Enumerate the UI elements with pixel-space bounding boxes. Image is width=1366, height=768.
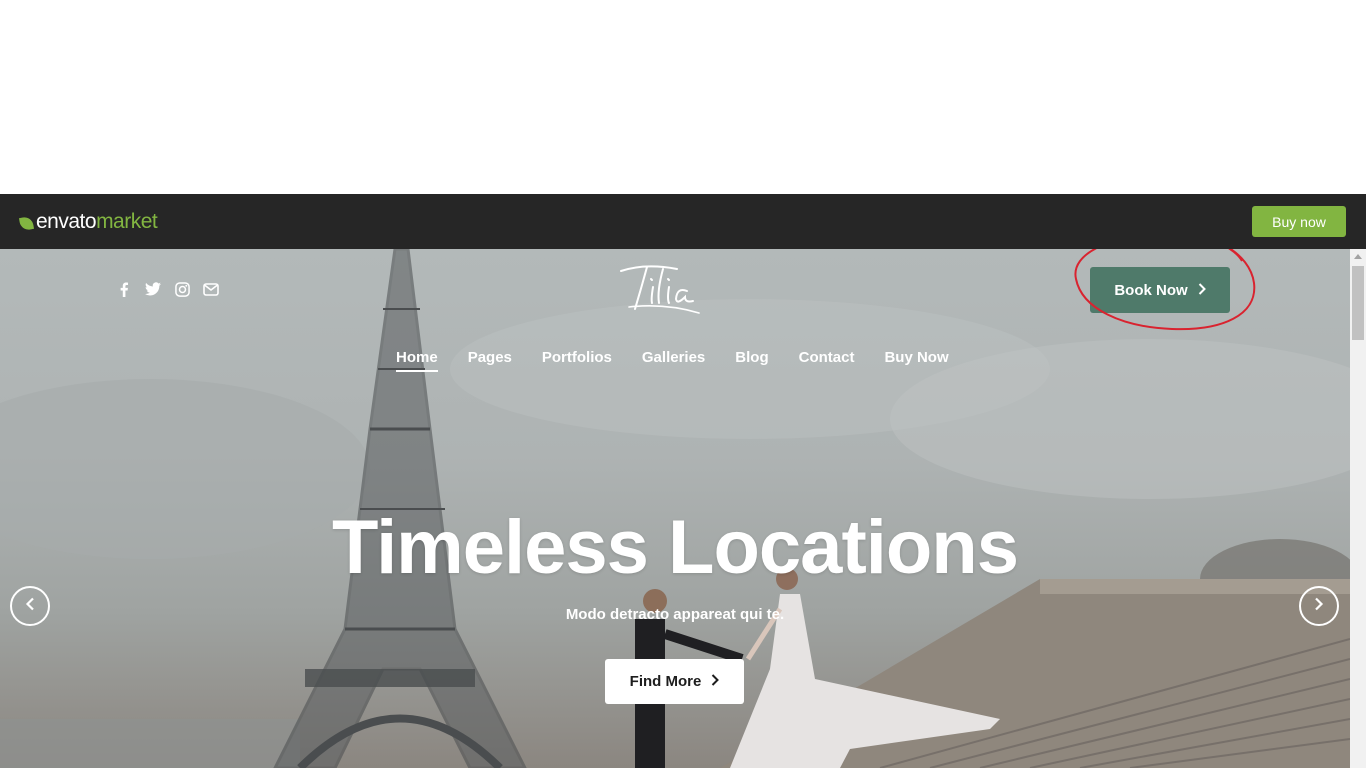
envato-logo-text: envato [36, 210, 97, 233]
slider-prev-button[interactable] [10, 586, 50, 626]
facebook-icon[interactable] [116, 281, 132, 297]
instagram-icon[interactable] [174, 281, 190, 297]
hero-slider: Book Now Home Pages Portfolios Galleries… [0, 249, 1350, 768]
nav-galleries[interactable]: Galleries [642, 349, 705, 372]
nav-home[interactable]: Home [396, 349, 438, 372]
envato-market-bar: envato market Buy now [0, 194, 1366, 249]
find-more-button[interactable]: Find More [605, 659, 744, 704]
hero-subtitle: Modo detracto appareat qui te. [565, 606, 785, 623]
find-more-label: Find More [629, 673, 702, 690]
nav-buy-now[interactable]: Buy Now [884, 349, 948, 372]
nav-blog[interactable]: Blog [735, 349, 768, 372]
mail-icon[interactable] [203, 281, 219, 297]
scroll-up-arrow-icon[interactable] [1350, 249, 1366, 263]
market-logo-text: market [96, 210, 158, 233]
chevron-left-icon [25, 597, 35, 616]
red-annotation-circle [1074, 249, 1256, 331]
site-logo[interactable] [615, 259, 710, 319]
social-links [116, 281, 219, 297]
twitter-icon[interactable] [145, 281, 161, 297]
envato-buy-now-button[interactable]: Buy now [1252, 206, 1346, 237]
scrollbar-thumb[interactable] [1352, 266, 1364, 340]
vertical-scrollbar[interactable] [1350, 249, 1366, 768]
main-navigation: Home Pages Portfolios Galleries Blog Con… [396, 349, 949, 372]
slider-next-button[interactable] [1299, 586, 1339, 626]
chevron-right-icon [1314, 597, 1324, 616]
envato-market-logo[interactable]: envato market [18, 210, 158, 234]
hero-title: Timeless Locations [332, 505, 1019, 590]
blank-area [0, 0, 1366, 194]
chevron-right-icon [711, 673, 720, 690]
leaf-icon [18, 215, 35, 232]
nav-contact[interactable]: Contact [799, 349, 855, 372]
nav-portfolios[interactable]: Portfolios [542, 349, 612, 372]
nav-pages[interactable]: Pages [468, 349, 512, 372]
